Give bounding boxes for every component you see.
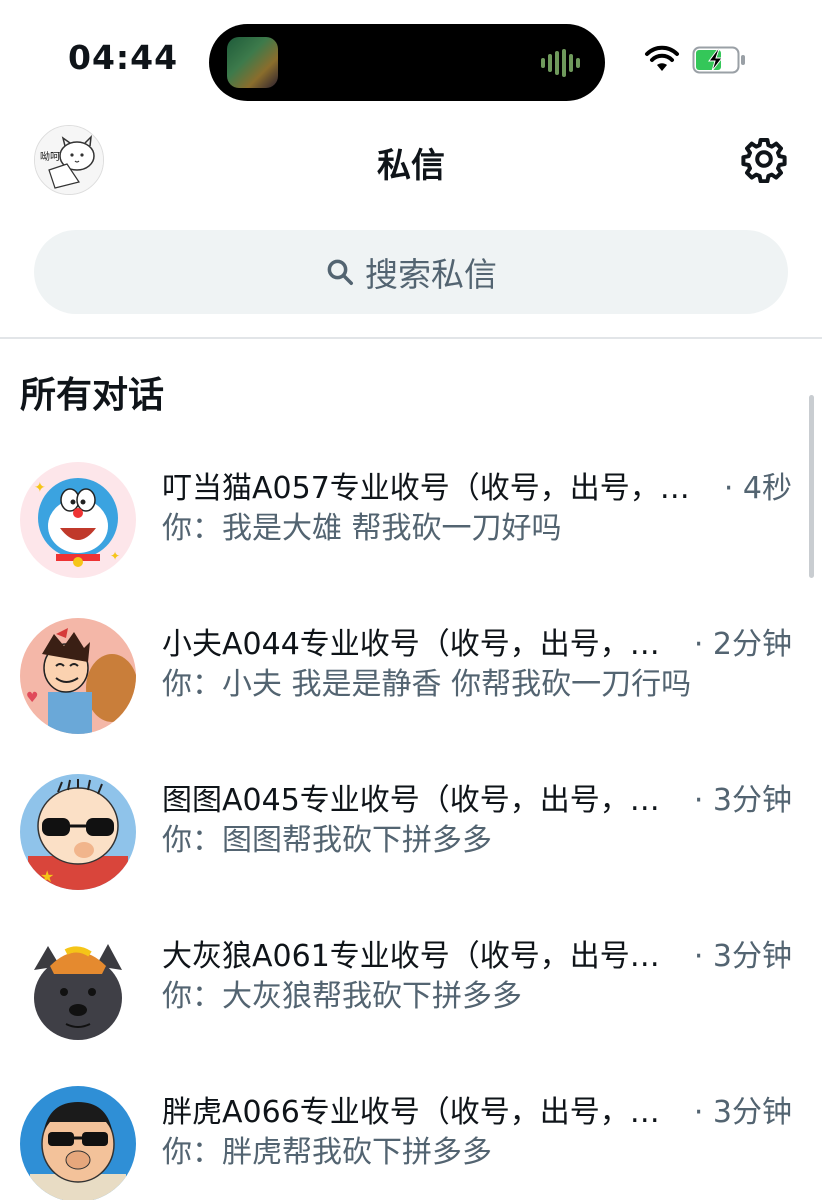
search-input[interactable]: 搜索私信 xyxy=(34,230,788,314)
conversation-preview: 你：大灰狼帮我砍下拼多多 xyxy=(162,979,522,1014)
conversation-time: · 4秒 xyxy=(723,471,792,506)
svg-text:♥: ♥ xyxy=(26,690,39,706)
conversation-row-doraemon[interactable]: ✦ ✦ 叮当猫A057专业收号（收号，出号，… · 4秒 你：我是大雄 帮我砍一… xyxy=(0,445,822,601)
conversation-name: 小夫A044专业收号（收号，出号，… xyxy=(162,627,660,662)
svg-text:✦: ✦ xyxy=(110,549,120,563)
conversation-row-big-grey-wolf[interactable]: 大灰狼A061专业收号（收号，出号… · 3分钟 你：大灰狼帮我砍下拼多多 xyxy=(0,913,822,1069)
audio-waveform-icon xyxy=(541,49,580,77)
conversation-time: · 3分钟 xyxy=(693,783,792,818)
direct-messages-screen: 04:44 呦呵 私信 搜索私信 所有对话 ✦ ✦ 叮当猫A057专业收号（收号… xyxy=(0,0,822,1200)
conversation-time: · 2分钟 xyxy=(693,627,792,662)
conversation-time: · 3分钟 xyxy=(693,1095,792,1130)
status-time: 04:44 xyxy=(68,38,179,77)
avatar[interactable]: ♥ xyxy=(20,618,136,734)
conversation-name: 图图A045专业收号（收号，出号，… xyxy=(162,783,660,818)
avatar[interactable] xyxy=(20,930,136,1046)
conversation-name: 胖虎A066专业收号（收号，出号，… xyxy=(162,1095,660,1130)
conversation-preview: 你：我是大雄 帮我砍一刀好吗 xyxy=(162,511,562,546)
settings-gear-icon[interactable] xyxy=(740,135,788,183)
gian-avatar-image xyxy=(20,1086,136,1200)
conversation-preview: 你：小夫 我是是静香 你帮我砍一刀行吗 xyxy=(162,667,692,702)
battery-charging-icon xyxy=(692,46,745,74)
conversation-time: · 3分钟 xyxy=(693,939,792,974)
conversation-row-gian[interactable]: 胖虎A066专业收号（收号，出号，… · 3分钟 你：胖虎帮我砍下拼多多 xyxy=(0,1069,822,1200)
conversation-name: 叮当猫A057专业收号（收号，出号，… xyxy=(162,471,690,506)
page-title: 私信 xyxy=(377,146,445,186)
avatar[interactable]: ★ xyxy=(20,774,136,890)
conversation-preview: 你：图图帮我砍下拼多多 xyxy=(162,823,492,858)
big-grey-wolf-avatar-image xyxy=(20,930,136,1046)
doraemon-avatar-image: ✦ ✦ xyxy=(20,462,136,578)
suneo-avatar-image: ♥ xyxy=(20,618,136,734)
svg-text:✦: ✦ xyxy=(34,480,46,496)
conversation-list: ✦ ✦ 叮当猫A057专业收号（收号，出号，… · 4秒 你：我是大雄 帮我砍一… xyxy=(0,445,822,1200)
wifi-icon xyxy=(645,45,679,71)
header-divider xyxy=(0,337,822,339)
svg-text:★: ★ xyxy=(40,867,54,886)
conversation-row-tutu[interactable]: ★ 图图A045专业收号（收号，出号，… · 3分钟 你：图图帮我砍下拼多多 xyxy=(0,757,822,913)
search-placeholder: 搜索私信 xyxy=(365,255,497,294)
now-playing-artwork xyxy=(227,37,278,88)
conversation-name: 大灰狼A061专业收号（收号，出号… xyxy=(162,939,660,974)
search-icon xyxy=(327,259,353,285)
avatar[interactable] xyxy=(20,1086,136,1200)
section-title: 所有对话 xyxy=(20,375,165,416)
conversation-row-suneo[interactable]: ♥ 小夫A044专业收号（收号，出号，… · 2分钟 你：小夫 我是是静香 你帮… xyxy=(0,601,822,757)
dynamic-island[interactable] xyxy=(209,24,605,101)
tutu-avatar-image: ★ xyxy=(20,774,136,890)
avatar[interactable]: ✦ ✦ xyxy=(20,462,136,578)
conversation-preview: 你：胖虎帮我砍下拼多多 xyxy=(162,1135,492,1170)
